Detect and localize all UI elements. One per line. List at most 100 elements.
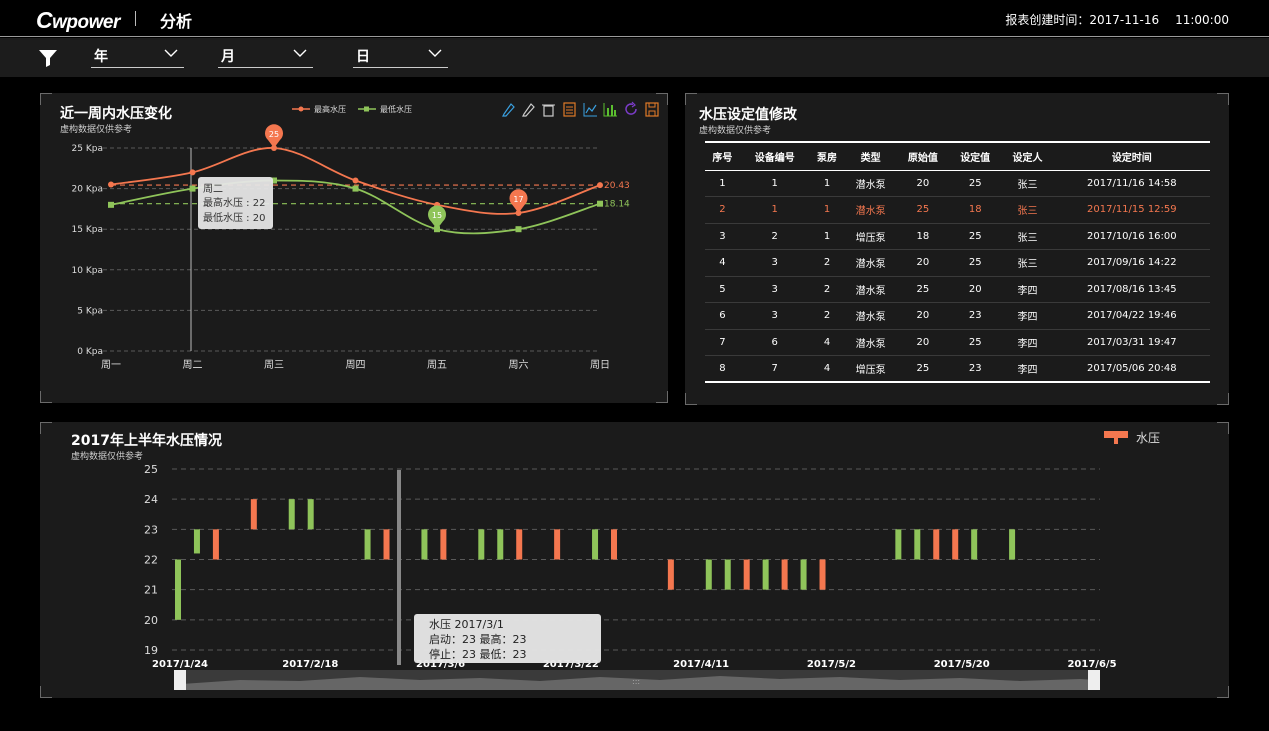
candle[interactable] xyxy=(421,529,428,560)
tooltip-min: 最低水压 : 20 xyxy=(203,211,265,224)
zoom-handle-left[interactable] xyxy=(174,670,186,690)
line-chart-icon[interactable] xyxy=(583,103,597,117)
candle[interactable] xyxy=(611,529,617,560)
table-row[interactable]: 2 1 1 潜水泵 25 18 张三 2017/11/15 12:59 xyxy=(705,196,1210,224)
candle[interactable] xyxy=(914,529,921,560)
cell-pump-room: 1 xyxy=(809,170,845,197)
year-select[interactable]: 年 xyxy=(91,46,184,68)
table-row[interactable]: 8 7 4 增压泵 25 23 李四 2017/05/06 20:48 xyxy=(705,356,1210,382)
col-header-time: 设定时间 xyxy=(1111,152,1152,164)
year-select-label: 年 xyxy=(94,49,108,65)
candle[interactable] xyxy=(193,529,200,554)
candle[interactable] xyxy=(175,559,181,620)
report-date: 2017-11-16 xyxy=(1089,13,1160,27)
table-row[interactable]: 7 6 4 潜水泵 20 25 李四 2017/03/31 19:47 xyxy=(705,329,1210,356)
data-point[interactable] xyxy=(108,201,114,208)
data-point[interactable] xyxy=(189,185,196,192)
data-view-icon[interactable] xyxy=(563,102,576,117)
candle[interactable] xyxy=(819,559,826,590)
candle[interactable] xyxy=(705,559,712,590)
cell-setting: 23 xyxy=(949,302,1002,330)
pressure-setting-panel: 水压设定值修改 虚构数据仅供参考 序号 设备编号 泵房 类型 原始值 设定值 设… xyxy=(685,93,1229,405)
table-row[interactable]: 1 1 1 潜水泵 20 25 张三 2017/11/16 14:58 xyxy=(705,170,1210,197)
cell-device: 3 xyxy=(739,302,810,330)
candle[interactable] xyxy=(478,529,485,560)
col-header-operator: 设定人 xyxy=(1012,152,1043,164)
y-tick-label: 5 Kpa xyxy=(77,306,103,316)
day-select[interactable]: 日 xyxy=(353,46,448,68)
cell-type: 潜水泵 xyxy=(844,329,897,356)
data-point[interactable] xyxy=(108,181,114,188)
axis-pointer-line xyxy=(397,470,401,665)
delete-icon[interactable] xyxy=(542,104,555,117)
cell-type: 潜水泵 xyxy=(844,249,897,277)
candle[interactable] xyxy=(933,529,940,560)
zoom-handle-right[interactable] xyxy=(1088,670,1100,690)
candle[interactable] xyxy=(212,529,219,560)
candle[interactable] xyxy=(516,529,523,560)
y-tick-label: 25 Kpa xyxy=(72,144,103,154)
legend-label: 水压 xyxy=(1136,431,1160,445)
data-point[interactable] xyxy=(597,200,603,207)
candle[interactable] xyxy=(383,529,390,560)
candle[interactable] xyxy=(440,529,447,560)
cell-original: 20 xyxy=(896,329,950,356)
data-point[interactable] xyxy=(597,182,603,189)
average-label: 18.14 xyxy=(604,200,630,210)
candle[interactable] xyxy=(307,499,314,530)
cell-device: 6 xyxy=(739,329,810,356)
bar-chart-icon[interactable] xyxy=(603,103,617,117)
edit-icon[interactable] xyxy=(522,103,535,117)
candle[interactable] xyxy=(781,559,788,590)
filter-icon[interactable] xyxy=(38,49,58,67)
month-select[interactable]: 月 xyxy=(218,46,313,68)
table-row[interactable]: 4 3 2 潜水泵 20 25 张三 2017/09/16 14:22 xyxy=(705,249,1210,277)
restore-icon[interactable] xyxy=(625,101,637,115)
half-year-candlestick-chart[interactable]: 19202122232425 2017/1/24 2017/2/18 2017/3/… xyxy=(40,422,1229,698)
candle[interactable] xyxy=(724,559,731,590)
candle[interactable] xyxy=(800,559,807,590)
table-row[interactable]: 5 3 2 潜水泵 25 20 李四 2017/08/16 13:45 xyxy=(705,276,1210,303)
data-zoom-slider[interactable]: ::: xyxy=(174,670,1100,690)
cell-device: 3 xyxy=(739,276,810,303)
data-point[interactable] xyxy=(515,226,522,233)
candle[interactable] xyxy=(364,529,371,560)
weekly-line-chart[interactable]: 0 Kpa5 Kpa10 Kpa15 Kpa20 Kpa25 Kpa 周一 周二周… xyxy=(40,93,668,403)
candle[interactable] xyxy=(250,499,257,530)
marker-pin[interactable]: 17 xyxy=(509,189,528,213)
candle[interactable] xyxy=(497,529,504,560)
candle[interactable] xyxy=(288,499,295,530)
tooltip-day: 周二 xyxy=(203,183,223,195)
table-row[interactable]: 6 3 2 潜水泵 20 23 李四 2017/04/22 19:46 xyxy=(705,302,1210,330)
candle[interactable] xyxy=(952,529,959,560)
candle[interactable] xyxy=(743,559,750,590)
half-year-pressure-panel: 2017年上半年水压情况 虚构数据仅供参考 19 20 21 22 23 24 25 201… xyxy=(40,422,1229,698)
marker-pin[interactable]: 25 xyxy=(265,124,283,148)
data-point[interactable] xyxy=(352,177,359,184)
cell-operator: 张三 xyxy=(1001,249,1054,277)
cell-device: 1 xyxy=(739,196,810,224)
candle[interactable] xyxy=(592,529,599,560)
legend-item-max[interactable]: 最高水压 xyxy=(292,104,346,114)
table-header-row: 序号 设备编号 泵房 类型 原始值 设定值 设定人 设定时间 xyxy=(705,142,1210,170)
zoom-grip[interactable]: ::: xyxy=(632,677,640,686)
data-point[interactable] xyxy=(352,185,359,192)
pin-label: 17 xyxy=(513,195,523,204)
candle[interactable] xyxy=(971,529,978,560)
candle[interactable] xyxy=(1009,529,1016,560)
cell-operator: 李四 xyxy=(1001,276,1054,303)
legend-item-min[interactable]: 最低水压 xyxy=(358,104,412,114)
marker-pin[interactable]: 15 xyxy=(428,205,447,230)
cell-original: 18 xyxy=(896,223,950,250)
y-tick-label: 21 xyxy=(144,584,158,597)
month-select-label: 月 xyxy=(221,49,235,65)
candle[interactable] xyxy=(762,559,769,590)
candle[interactable] xyxy=(667,559,674,590)
data-point[interactable] xyxy=(189,169,196,176)
candle[interactable] xyxy=(895,529,902,560)
legend-item-pressure[interactable]: 水压 xyxy=(1104,431,1160,445)
mark-pen-icon[interactable] xyxy=(502,103,515,117)
candle[interactable] xyxy=(554,529,561,560)
save-image-icon[interactable] xyxy=(645,102,659,117)
table-row[interactable]: 3 2 1 增压泵 18 25 张三 2017/10/16 16:00 xyxy=(705,223,1210,250)
